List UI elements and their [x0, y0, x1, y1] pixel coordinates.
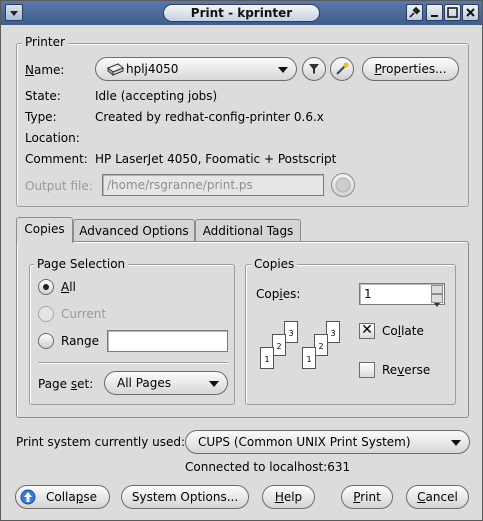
name-label: Name:	[25, 63, 65, 77]
page-selection-title: Page Selection	[34, 257, 129, 271]
printer-group-title: Printer	[22, 35, 68, 49]
reverse-label[interactable]: Reverse	[382, 363, 430, 377]
arrow-down-icon	[434, 303, 440, 307]
copies-group-title: Copies	[251, 257, 298, 271]
printer-name-combo[interactable]: hplj4050	[95, 57, 297, 81]
maximize-icon	[447, 7, 458, 18]
properties-button[interactable]: Properties...	[362, 57, 459, 81]
chevron-down-icon	[451, 440, 461, 446]
cancel-button[interactable]: Cancel	[406, 485, 469, 509]
wand-icon	[336, 62, 349, 75]
printer-filter-button[interactable]	[302, 57, 326, 81]
spin-up-button[interactable]	[431, 285, 443, 299]
page-sheet: 2	[314, 334, 328, 356]
state-value: Idle (accepting jobs)	[95, 89, 218, 103]
print-button[interactable]: Print	[341, 485, 393, 509]
page-sheet: 1	[302, 347, 316, 369]
pin-button[interactable]	[406, 4, 423, 21]
output-file-field[interactable]: /home/rsgranne/print.ps	[102, 174, 324, 196]
copies-label: Copies:	[256, 287, 301, 301]
collate-checkbox[interactable]: ✕	[359, 323, 375, 339]
output-file-label: Output file:	[25, 179, 93, 193]
title-bar[interactable]: Print - kprinter	[1, 1, 482, 25]
printer-wizard-button[interactable]	[330, 57, 354, 81]
state-label: State:	[25, 89, 61, 103]
print-system-value: CUPS (Common UNIX Print System)	[198, 435, 411, 449]
maximize-button[interactable]	[444, 4, 461, 21]
printer-icon	[107, 63, 124, 76]
collapse-button[interactable]: Collapse	[15, 485, 110, 509]
radio-current-label: Current	[61, 307, 107, 321]
location-label: Location:	[25, 131, 80, 145]
browse-output-button[interactable]	[331, 173, 355, 197]
close-icon	[466, 8, 475, 17]
radio-all-label[interactable]: All	[61, 280, 76, 294]
print-system-combo[interactable]: CUPS (Common UNIX Print System)	[185, 430, 470, 454]
print-dialog-window: Print - kprinter Printer Name: hplj4050 …	[0, 0, 483, 521]
page-set-label: Page set:	[38, 377, 94, 391]
window-title: Print - kprinter	[163, 4, 320, 22]
radio-current[interactable]	[38, 306, 54, 322]
filter-funnel-icon	[309, 64, 319, 74]
copies-spinbox[interactable]: 1	[359, 283, 445, 307]
browse-icon	[335, 177, 351, 193]
tab-advanced-options[interactable]: Advanced Options	[73, 219, 195, 243]
pin-icon	[409, 6, 421, 18]
divider	[38, 362, 228, 364]
minimize-icon	[431, 15, 438, 17]
radio-range-label[interactable]: Range	[61, 334, 99, 348]
page-sheet: 1	[260, 347, 274, 369]
chevron-down-icon	[10, 11, 18, 16]
comment-value: HP LaserJet 4050, Foomatic + Postscript	[95, 152, 337, 166]
page-sheet: 3	[284, 321, 298, 343]
spin-down-button[interactable]	[431, 294, 443, 307]
type-label: Type:	[25, 110, 57, 124]
chevron-down-icon	[278, 67, 288, 73]
radio-all[interactable]	[38, 279, 54, 295]
connection-status: Connected to localhost:631	[185, 460, 351, 474]
collate-label[interactable]: Collate	[382, 324, 424, 338]
collapse-icon	[20, 489, 36, 505]
print-system-label: Print system currently used:	[16, 435, 186, 449]
page-set-combo[interactable]: All Pages	[104, 371, 228, 395]
radio-range[interactable]	[38, 333, 54, 349]
page-sheet: 2	[272, 334, 286, 356]
tab-additional-tags[interactable]: Additional Tags	[195, 219, 301, 243]
system-options-button[interactable]: System Options...	[121, 485, 249, 509]
copies-value: 1	[364, 287, 372, 301]
reverse-checkbox[interactable]	[359, 362, 375, 378]
help-button[interactable]: Help	[262, 485, 315, 509]
tab-copies[interactable]: Copies	[16, 217, 73, 243]
page-set-value: All Pages	[117, 376, 171, 390]
close-button[interactable]	[462, 4, 479, 21]
comment-label: Comment:	[25, 152, 88, 166]
chevron-down-icon	[209, 381, 219, 387]
type-value: Created by redhat-config-printer 0.6.x	[95, 110, 324, 124]
minimize-button[interactable]	[426, 4, 443, 21]
printer-name-value: hplj4050	[126, 62, 179, 76]
page-sheet: 3	[326, 321, 340, 343]
range-field[interactable]	[107, 330, 228, 352]
window-menu-button[interactable]	[5, 4, 23, 21]
